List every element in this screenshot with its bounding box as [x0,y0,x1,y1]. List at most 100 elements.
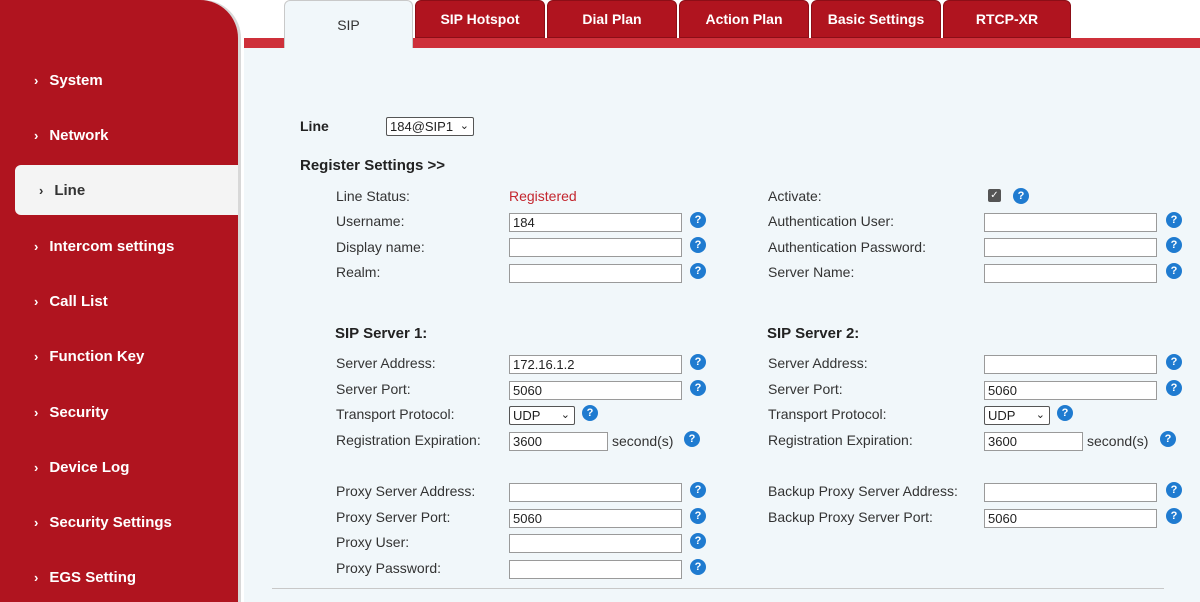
server-1-transport-label: Transport Protocol: [336,406,455,422]
help-icon[interactable]: ? [1166,263,1182,279]
sidebar-item-function-key[interactable]: › Function Key [0,331,238,381]
chevron-right-icon: › [34,238,39,254]
display-name-label: Display name: [336,239,425,255]
activate-checkbox[interactable]: ✓ [988,189,1001,202]
activate-label: Activate: [768,188,822,204]
auth-user-field[interactable] [984,213,1157,232]
help-icon[interactable]: ? [1166,508,1182,524]
sidebar-item-label: Function Key [49,347,145,365]
backup-proxy-address-label: Backup Proxy Server Address: [768,483,958,499]
username-field[interactable]: 184 [509,213,682,232]
help-icon[interactable]: ? [690,508,706,524]
line-status-value: Registered [509,188,577,204]
sidebar-item-security-settings[interactable]: › Security Settings [0,497,238,547]
tab-label: Dial Plan [582,11,642,27]
tab-rtcp-xr[interactable]: RTCP-XR [943,0,1071,38]
server-2-port-label: Server Port: [768,381,843,397]
help-icon[interactable]: ? [690,482,706,498]
auth-password-label: Authentication Password: [768,239,926,255]
sidebar-item-security[interactable]: › Security [0,387,238,437]
help-icon[interactable]: ? [1160,431,1176,447]
help-icon[interactable]: ? [1013,188,1029,204]
register-settings-heading: Register Settings >> [300,157,446,174]
server-1-expiration-field[interactable]: 3600 [509,432,608,451]
sidebar-item-call-list[interactable]: › Call List [0,276,238,326]
sidebar-item-label: Security Settings [49,513,172,531]
server-1-address-field[interactable]: 172.16.1.2 [509,355,682,374]
realm-label: Realm: [336,264,381,280]
server-1-expiration-unit: second(s) [612,433,674,449]
server-1-transport-select[interactable]: UDP ⌄ [509,406,575,425]
sidebar-item-label: EGS Setting [49,568,137,586]
chevron-right-icon: › [34,348,39,364]
auth-password-field[interactable] [984,238,1157,257]
chevron-right-icon: › [34,569,39,585]
help-icon[interactable]: ? [1166,212,1182,228]
sidebar-item-label: Intercom settings [49,237,175,255]
sidebar-item-network[interactable]: › Network [0,110,238,160]
help-icon[interactable]: ? [690,354,706,370]
transport-select-value: UDP [513,408,541,423]
proxy-port-field[interactable]: 5060 [509,509,682,528]
server-1-port-field[interactable]: 5060 [509,381,682,400]
tab-sip-hotspot[interactable]: SIP Hotspot [415,0,545,38]
realm-field[interactable] [509,264,682,283]
help-icon[interactable]: ? [690,263,706,279]
sidebar-item-device-log[interactable]: › Device Log [0,442,238,492]
help-icon[interactable]: ? [690,559,706,575]
line-select-value: 184@SIP1 [390,119,454,134]
line-select[interactable]: 184@SIP1 ⌄ [386,117,474,136]
help-icon[interactable]: ? [1166,380,1182,396]
help-icon[interactable]: ? [690,237,706,253]
transport-select-value: UDP [988,408,1016,423]
help-icon[interactable]: ? [690,533,706,549]
proxy-user-field[interactable] [509,534,682,553]
sidebar-item-label: Security [49,403,109,421]
help-icon[interactable]: ? [690,212,706,228]
proxy-address-label: Proxy Server Address: [336,483,476,499]
section-divider [272,588,1164,589]
sidebar-item-intercom-settings[interactable]: › Intercom settings [0,221,238,271]
chevron-right-icon: › [39,182,44,198]
server-name-field[interactable] [984,264,1157,283]
help-icon[interactable]: ? [1057,405,1073,421]
chevron-down-icon: ⌄ [560,409,570,421]
sidebar-item-egs-setting[interactable]: › EGS Setting [0,552,238,602]
help-icon[interactable]: ? [684,431,700,447]
sidebar: › System › Network › Line › Intercom setting… [0,0,238,602]
server-2-transport-select[interactable]: UDP ⌄ [984,406,1050,425]
chevron-down-icon: ⌄ [459,120,469,132]
tab-action-plan[interactable]: Action Plan [679,0,809,38]
tab-label: SIP [337,16,360,33]
tab-basic-settings[interactable]: Basic Settings [811,0,941,38]
sidebar-item-line[interactable]: › Line [15,165,238,215]
chevron-right-icon: › [34,404,39,420]
sidebar-item-label: System [49,71,103,89]
sidebar-item-system[interactable]: › System [0,55,238,105]
server-2-port-field[interactable]: 5060 [984,381,1157,400]
display-name-field[interactable] [509,238,682,257]
tab-dial-plan[interactable]: Dial Plan [547,0,677,38]
server-2-expiration-field[interactable]: 3600 [984,432,1083,451]
tab-label: SIP Hotspot [440,11,520,27]
help-icon[interactable]: ? [1166,354,1182,370]
proxy-address-field[interactable] [509,483,682,502]
tab-sip[interactable]: SIP [284,0,413,48]
help-icon[interactable]: ? [1166,237,1182,253]
help-icon[interactable]: ? [582,405,598,421]
sidebar-item-label: Line [54,181,86,199]
server-2-expiration-unit: second(s) [1087,433,1149,449]
help-icon[interactable]: ? [690,380,706,396]
tab-bar: SIP SIP Hotspot Dial Plan Action Plan Ba… [244,0,1200,48]
proxy-port-label: Proxy Server Port: [336,509,451,525]
server-2-transport-label: Transport Protocol: [768,406,887,422]
server-2-address-label: Server Address: [768,355,868,371]
server-1-port-label: Server Port: [336,381,411,397]
sidebar-item-label: Call List [49,292,108,310]
server-2-address-field[interactable] [984,355,1157,374]
backup-proxy-port-field[interactable]: 5060 [984,509,1157,528]
chevron-right-icon: › [34,127,39,143]
help-icon[interactable]: ? [1166,482,1182,498]
proxy-password-field[interactable] [509,560,682,579]
backup-proxy-address-field[interactable] [984,483,1157,502]
